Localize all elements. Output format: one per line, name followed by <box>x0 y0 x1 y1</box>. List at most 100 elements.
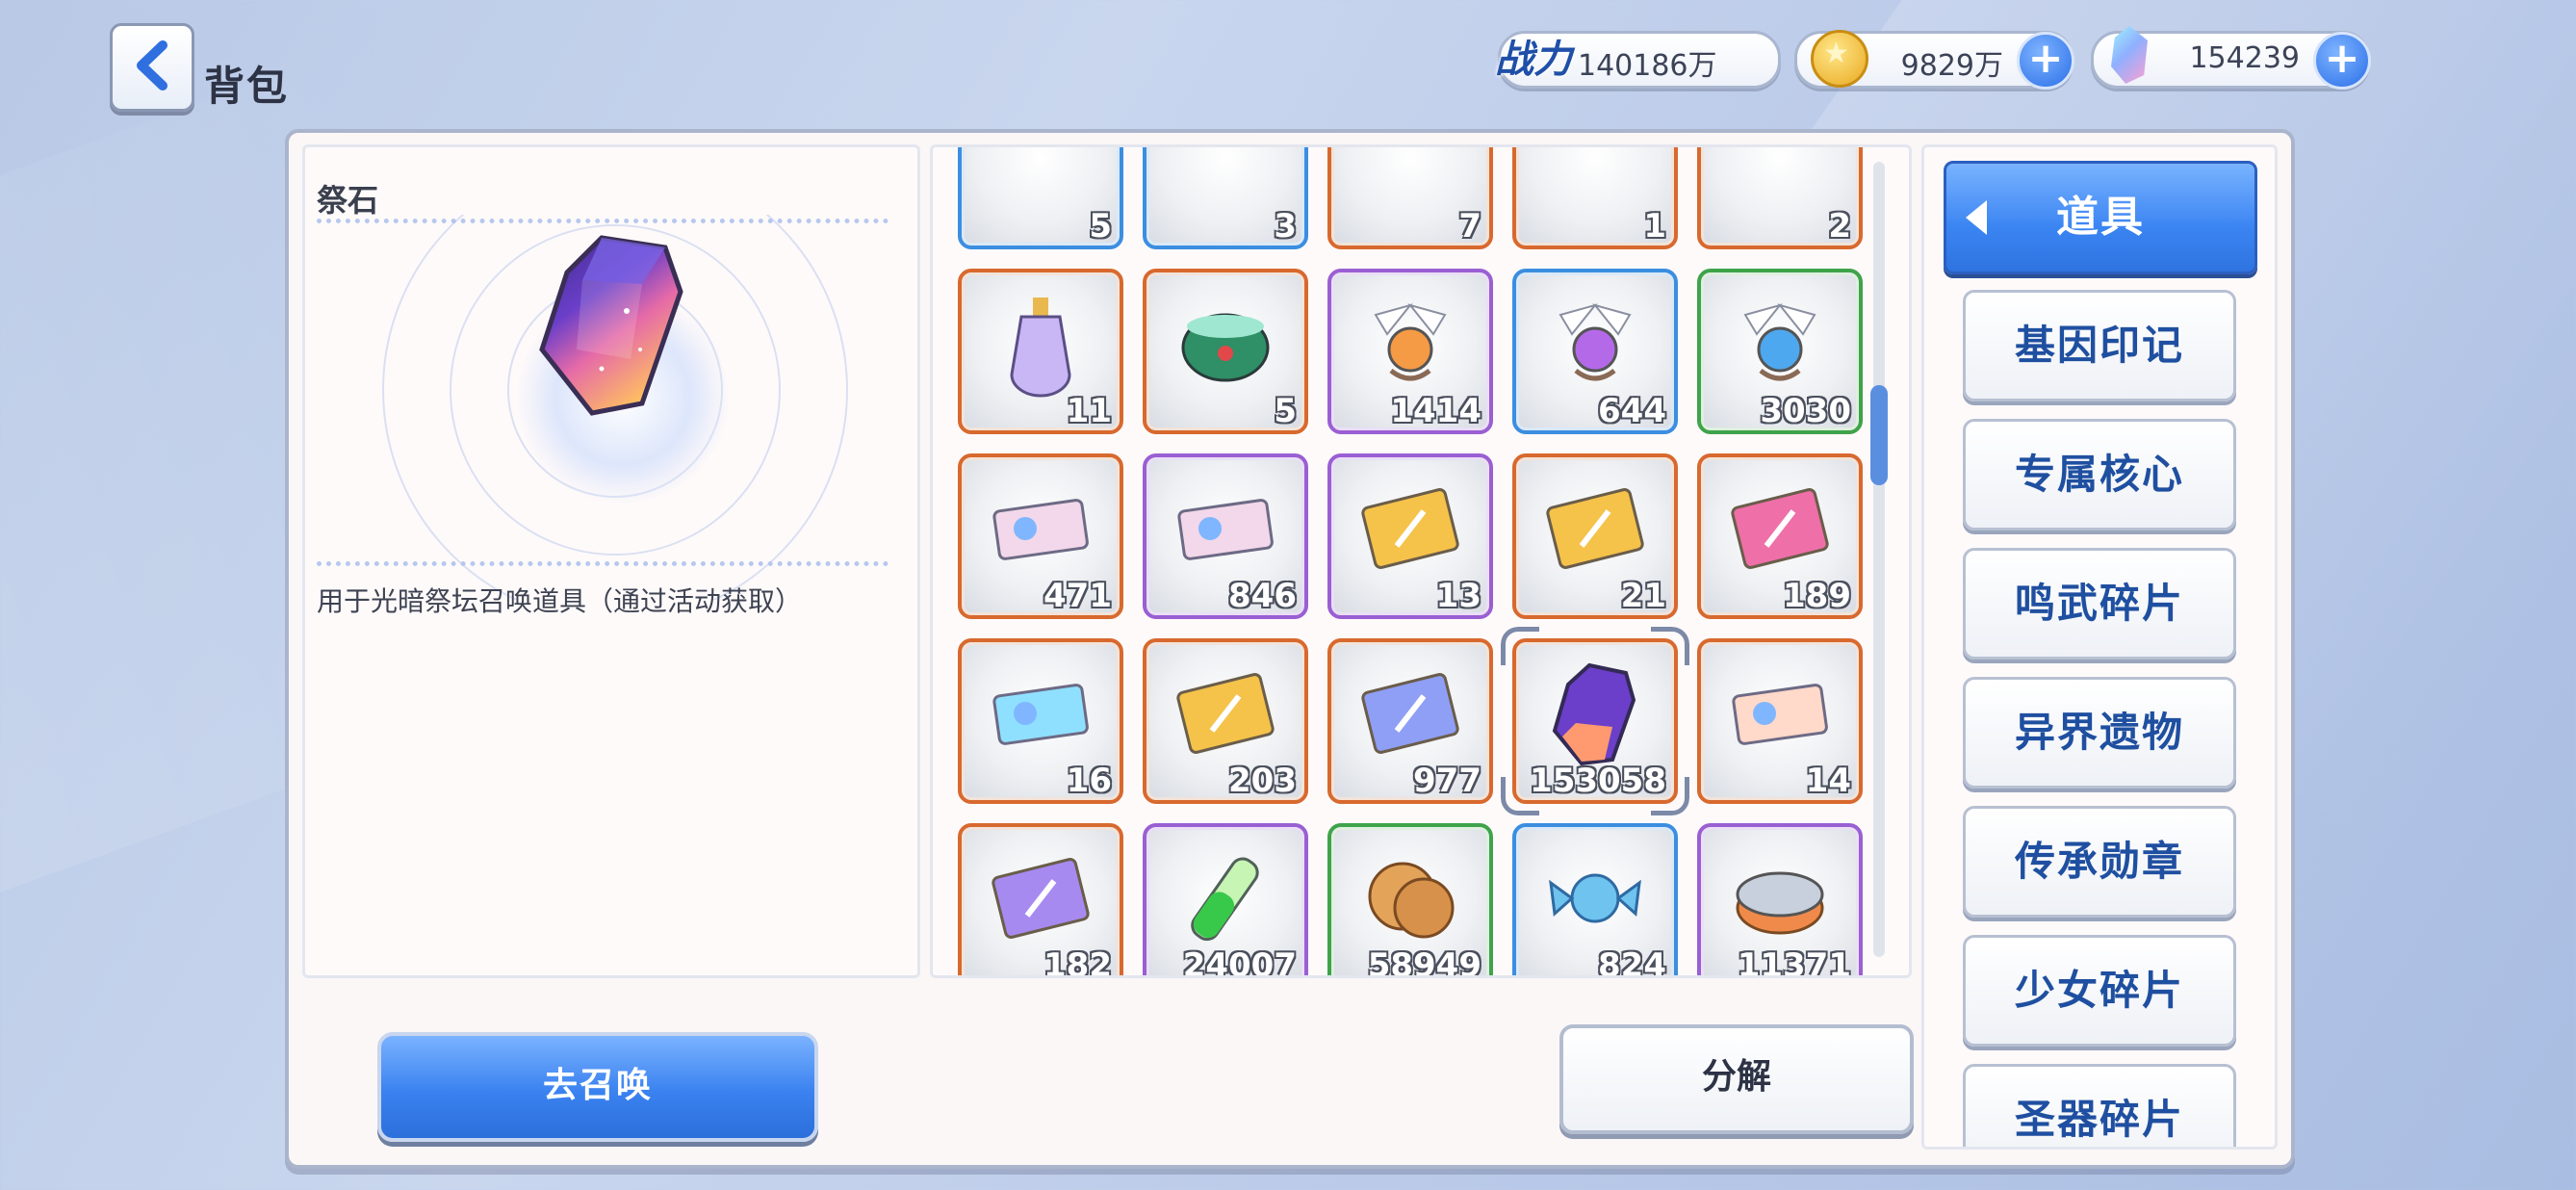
item-count: 5 <box>1089 207 1112 246</box>
item-slot[interactable]: 977 <box>1327 638 1493 804</box>
item-count: 824 <box>1598 946 1666 978</box>
food-ticket-icon <box>1732 684 1828 745</box>
item-slot-partial[interactable]: 5 <box>958 147 1123 249</box>
item-slot[interactable]: 846 <box>1143 453 1308 619</box>
item-count: 977 <box>1413 762 1481 800</box>
item-count: 1414 <box>1390 392 1481 430</box>
sword-card-blue-icon <box>1361 673 1459 754</box>
item-detail-panel: 祭石 用于光暗祭坛召唤道具（通过活动获取） <box>302 144 920 978</box>
category-tab[interactable]: 鸣武碎片 <box>1963 548 2236 660</box>
winged-orb-orange-icon <box>1374 303 1447 381</box>
item-slot[interactable]: 203 <box>1143 638 1308 804</box>
item-count: 182 <box>1043 946 1112 978</box>
item-count: 16 <box>1066 762 1112 800</box>
add-gold-button[interactable]: + <box>2017 32 2074 90</box>
cauldron-icon <box>1181 313 1270 382</box>
item-slot[interactable]: 644 <box>1512 269 1678 434</box>
item-count: 11 <box>1066 392 1112 430</box>
add-gem-button[interactable]: + <box>2313 32 2371 90</box>
item-count: 644 <box>1598 392 1666 430</box>
power-display: 战力 140186万 <box>1495 31 1781 89</box>
category-tab[interactable]: 传承勋章 <box>1963 806 2236 918</box>
item-slot[interactable]: 58949 <box>1327 823 1493 978</box>
potion-bottle-icon <box>1010 298 1071 398</box>
item-count: 24007 <box>1182 946 1297 978</box>
item-count: 11371 <box>1737 946 1851 978</box>
outfit-ticket-icon <box>992 499 1089 560</box>
item-slot-partial[interactable]: 3 <box>1143 147 1308 249</box>
decompose-button[interactable]: 分解 <box>1559 1024 1914 1134</box>
item-slot[interactable]: 182 <box>958 823 1123 978</box>
item-slot-partial[interactable]: 7 <box>1327 147 1493 249</box>
divider-bottom <box>317 561 889 566</box>
item-slot[interactable]: 11 <box>958 269 1123 434</box>
item-slot[interactable]: 24007 <box>1143 823 1308 978</box>
gold-value: 9829万 <box>1900 49 2003 83</box>
item-slot[interactable]: 13 <box>1327 453 1493 619</box>
item-count: 846 <box>1228 577 1297 615</box>
category-tab[interactable]: 基因印记 <box>1963 290 2236 401</box>
summon-button[interactable]: 去召唤 <box>377 1032 818 1142</box>
item-slot[interactable]: 824 <box>1512 823 1678 978</box>
back-button[interactable] <box>110 23 194 112</box>
gem-display: 154239 + <box>2091 26 2371 90</box>
canned-food-icon <box>1736 871 1824 935</box>
item-description: 用于光暗祭坛召唤道具（通过活动获取） <box>317 585 803 617</box>
winged-orb-blue-icon <box>1743 303 1816 381</box>
dna-card-pink-icon <box>1731 488 1829 569</box>
item-grid[interactable]: 5 3 7 1 2 11 5 1414 644 3030 471 846 13 21 189 16 203 977… <box>930 144 1912 978</box>
dna-card-gold-icon <box>1361 488 1459 569</box>
category-tab[interactable]: 专属核心 <box>1963 419 2236 530</box>
power-value: 140186万 <box>1578 49 1717 83</box>
smile-ticket-icon <box>1177 499 1274 560</box>
summon-stone-large-icon <box>539 235 683 416</box>
gem-value: 154239 <box>2189 41 2300 75</box>
item-count: 153058 <box>1530 762 1666 800</box>
category-tab[interactable]: 异界遗物 <box>1963 677 2236 789</box>
shattered-card-gold-icon <box>1546 488 1644 569</box>
item-count: 2 <box>1828 207 1851 246</box>
category-sidebar: 道具 基因印记 专属核心 鸣武碎片 异界遗物 传承勋章 少女碎片 圣器碎片 <box>1921 144 2278 1150</box>
item-slot[interactable]: 14 <box>1697 638 1863 804</box>
category-tab-active[interactable]: 道具 <box>1944 161 2257 274</box>
rainbow-ticket-icon <box>992 684 1089 745</box>
item-slot[interactable]: 21 <box>1512 453 1678 619</box>
item-count: 471 <box>1043 577 1112 615</box>
item-grid-scrollbar[interactable] <box>1870 162 1888 957</box>
item-count: 58949 <box>1367 946 1481 978</box>
star-card-purple-icon <box>992 858 1090 939</box>
gold-display: 9829万 + <box>1794 30 2074 90</box>
scroll-thumb[interactable] <box>1870 385 1888 485</box>
item-count: 189 <box>1783 577 1851 615</box>
green-vial-icon <box>1191 857 1259 942</box>
power-badge: 战力 <box>1495 38 1572 82</box>
category-tab-active-label: 道具 <box>2056 193 2145 242</box>
item-count: 1 <box>1643 207 1666 246</box>
cookie-icon <box>1368 862 1455 939</box>
item-count: 13 <box>1435 577 1481 615</box>
item-slot[interactable]: 16 <box>958 638 1123 804</box>
item-slot[interactable]: 3030 <box>1697 269 1863 434</box>
item-slot[interactable]: 1414 <box>1327 269 1493 434</box>
item-slot-selected[interactable]: 153058 <box>1512 638 1678 804</box>
gold-coin-icon <box>1811 30 1868 88</box>
item-count: 5 <box>1274 392 1297 430</box>
item-count: 3 <box>1274 207 1297 246</box>
candy-icon <box>1549 873 1641 923</box>
item-slot[interactable]: 471 <box>958 453 1123 619</box>
item-count: 7 <box>1458 207 1481 246</box>
item-slot-partial[interactable]: 1 <box>1512 147 1678 249</box>
item-slot-partial[interactable]: 2 <box>1697 147 1863 249</box>
gem-crystal-icon <box>2111 26 2148 84</box>
chevron-left-icon <box>137 40 167 91</box>
winged-orb-purple-icon <box>1558 303 1632 381</box>
item-slot[interactable]: 5 <box>1143 269 1308 434</box>
item-slot[interactable]: 11371 <box>1697 823 1863 978</box>
item-slot[interactable]: 189 <box>1697 453 1863 619</box>
item-count: 203 <box>1228 762 1297 800</box>
sword-card-gold-icon <box>1176 673 1275 754</box>
item-count: 14 <box>1805 762 1851 800</box>
item-count: 3030 <box>1760 392 1851 430</box>
category-tab[interactable]: 少女碎片 <box>1963 935 2236 1047</box>
category-tab[interactable]: 圣器碎片 <box>1963 1064 2236 1147</box>
